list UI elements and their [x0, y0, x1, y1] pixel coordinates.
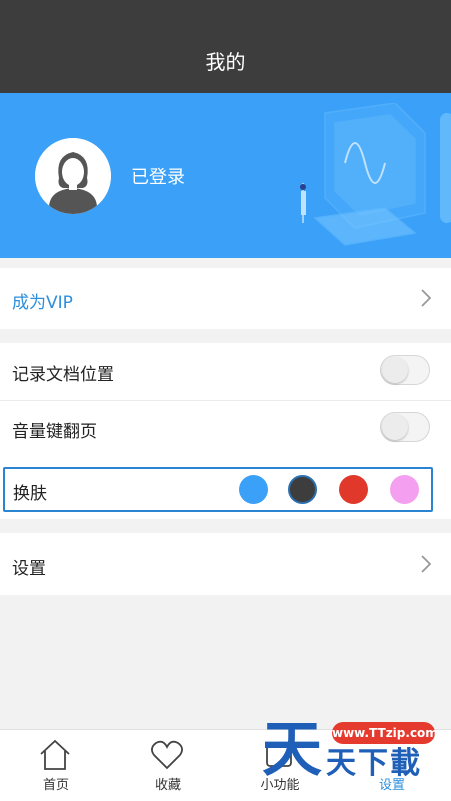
setting-label: 记录文档位置	[12, 365, 114, 385]
login-status[interactable]: 已登录	[131, 163, 185, 189]
skin-label: 换肤	[13, 484, 47, 504]
toggle-knob	[382, 414, 408, 440]
settings-card[interactable]: 设置	[0, 533, 451, 595]
setting-row-volume-paging: 音量键翻页	[0, 401, 451, 458]
volume-paging-toggle[interactable]	[380, 412, 430, 442]
skin-selector-row: 换肤	[3, 467, 433, 512]
settings-label: 设置	[12, 559, 46, 579]
watermark-url: www.TTzip.com	[332, 722, 438, 744]
title-bar: 我的	[0, 0, 451, 93]
chevron-right-icon	[421, 289, 432, 307]
profile-banner[interactable]: 已登录	[0, 93, 451, 258]
setting-row-remember-position: 记录文档位置	[0, 343, 451, 400]
setting-label: 音量键翻页	[12, 422, 97, 442]
page-title: 我的	[205, 50, 246, 74]
skin-swatch-dark[interactable]	[288, 475, 317, 504]
tab-label: 首页	[42, 778, 69, 793]
chevron-right-icon	[421, 555, 432, 573]
vip-label: 成为VIP	[12, 293, 73, 313]
tab-home[interactable]: 首页	[0, 730, 112, 801]
watermark-logo: 天 www.TTzip.com 天下載	[258, 714, 438, 786]
skin-swatch-blue[interactable]	[239, 475, 268, 504]
home-icon	[40, 739, 70, 770]
laptop-illustration-icon	[300, 103, 451, 246]
remember-position-toggle[interactable]	[380, 355, 430, 385]
skin-swatch-red[interactable]	[339, 475, 368, 504]
watermark-text: 天下載	[326, 746, 422, 781]
tab-favorites[interactable]: 收藏	[112, 730, 224, 801]
toggle-knob	[382, 357, 408, 383]
heart-icon	[151, 740, 183, 770]
user-avatar-icon[interactable]	[35, 138, 111, 214]
tab-label: 收藏	[154, 778, 181, 793]
watermark-big-char: 天	[262, 715, 322, 785]
skin-swatch-pink[interactable]	[390, 475, 419, 504]
vip-card[interactable]: 成为VIP	[0, 268, 451, 329]
